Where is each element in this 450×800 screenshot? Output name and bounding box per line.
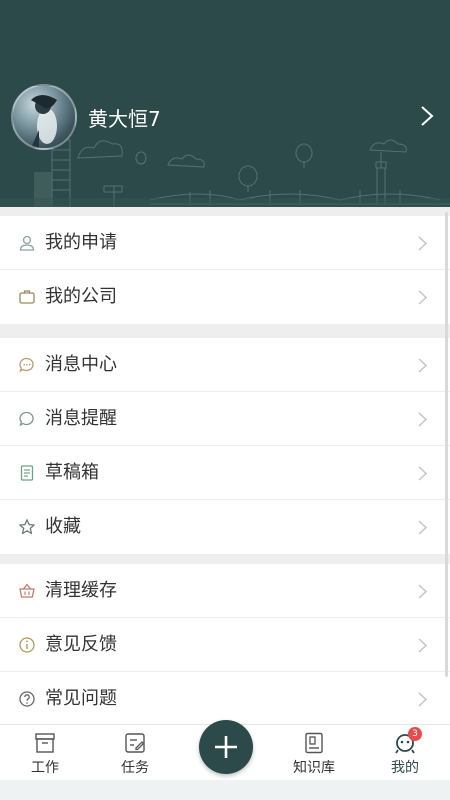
- menu-item-label: 清理缓存: [45, 580, 117, 601]
- tab-label: 工作: [31, 760, 59, 776]
- chevron-right-icon: [418, 638, 428, 653]
- menu-item-label: 草稿箱: [45, 462, 99, 483]
- chevron-right-icon: [418, 520, 428, 535]
- menu-item-clear-cache[interactable]: 清理缓存: [0, 564, 450, 618]
- menu-item-label: 我的申请: [45, 232, 117, 253]
- chevron-right-icon: [418, 236, 428, 251]
- chevron-right-icon: [418, 584, 428, 599]
- menu-group-account: 我的申请 我的公司: [0, 216, 450, 324]
- chevron-right-icon: [418, 466, 428, 481]
- menu-item-my-applications[interactable]: 我的申请: [0, 216, 450, 270]
- menu-item-drafts[interactable]: 草稿箱: [0, 446, 450, 500]
- tab-knowledge-base[interactable]: 知识库: [274, 725, 354, 781]
- menu-item-label: 消息提醒: [45, 408, 117, 429]
- edit-icon: [125, 733, 145, 753]
- menu-item-message-center[interactable]: 消息中心: [0, 338, 450, 392]
- menu-item-feedback[interactable]: 意见反馈: [0, 618, 450, 672]
- menu-item-label: 收藏: [45, 516, 81, 537]
- avatar[interactable]: [11, 84, 77, 150]
- chevron-right-icon[interactable]: [418, 104, 436, 128]
- add-button[interactable]: [199, 720, 253, 774]
- book-icon: [305, 732, 323, 754]
- tab-label: 任务: [121, 760, 149, 776]
- inbox-icon: [35, 733, 55, 753]
- user-icon: [19, 235, 35, 251]
- info-icon: [19, 637, 35, 653]
- basket-icon: [19, 583, 35, 598]
- chevron-right-icon: [418, 692, 428, 707]
- tab-mine[interactable]: 我的: [365, 725, 445, 781]
- menu-group-support: 清理缓存 意见反馈 常见问题: [0, 564, 450, 726]
- scrollbar[interactable]: [445, 212, 448, 677]
- menu-item-my-company[interactable]: 我的公司: [0, 270, 450, 324]
- tab-work[interactable]: 工作: [5, 725, 85, 781]
- chevron-right-icon: [418, 412, 428, 427]
- message-center-icon: [19, 357, 34, 373]
- username: 黄大恒7: [88, 107, 161, 131]
- tab-label: 知识库: [293, 760, 335, 776]
- menu-item-faq[interactable]: 常见问题: [0, 672, 450, 726]
- plus-icon: [215, 736, 237, 758]
- question-icon: [19, 691, 35, 707]
- menu-item-label: 常见问题: [45, 688, 117, 709]
- chat-bubble-icon: [19, 411, 34, 427]
- notification-badge: 3: [408, 727, 422, 741]
- chevron-right-icon: [418, 290, 428, 305]
- tab-label: 我的: [391, 760, 419, 776]
- menu-item-label: 消息中心: [45, 354, 117, 375]
- menu-item-label: 意见反馈: [45, 634, 117, 655]
- tab-tasks[interactable]: 任务: [95, 725, 175, 781]
- bottom-strip: [0, 780, 450, 800]
- draft-icon: [20, 465, 34, 481]
- menu-group-messages: 消息中心 消息提醒 草稿箱 收藏: [0, 338, 450, 554]
- briefcase-icon: [19, 290, 35, 304]
- menu-item-favorites[interactable]: 收藏: [0, 500, 450, 554]
- menu-item-message-reminder[interactable]: 消息提醒: [0, 392, 450, 446]
- star-icon: [19, 519, 35, 535]
- chevron-right-icon: [418, 358, 428, 373]
- profile-header[interactable]: 黄大恒7: [0, 0, 450, 207]
- menu-item-label: 我的公司: [45, 286, 117, 307]
